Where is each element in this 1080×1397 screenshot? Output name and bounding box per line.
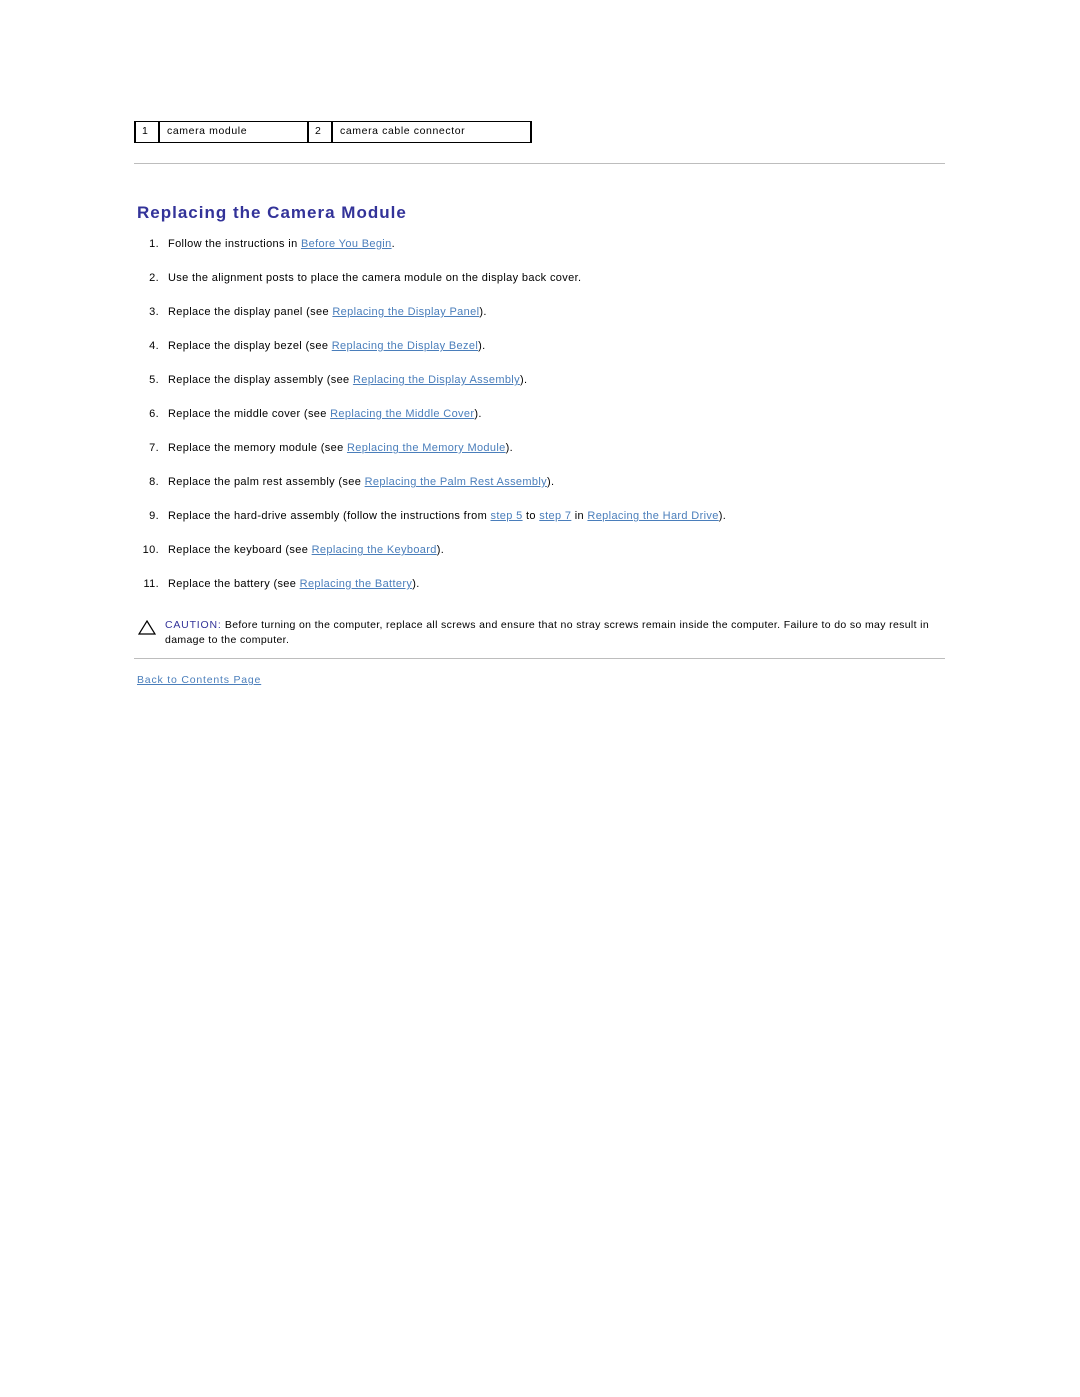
- step-link[interactable]: Replacing the Display Assembly: [353, 374, 520, 386]
- step-number: 10.: [142, 544, 159, 556]
- step-text-fragment: ).: [519, 374, 528, 386]
- step-text: Replace the middle cover (see Replacing …: [168, 408, 482, 420]
- procedure-step: 7. Replace the memory module (see Replaci…: [137, 440, 957, 456]
- step-text: Replace the display bezel (see Replacing…: [168, 340, 486, 352]
- step-text: Replace the hard-drive assembly (follow …: [168, 510, 726, 522]
- step-text-fragment: ).: [436, 544, 445, 556]
- step-text: Replace the memory module (see Replacing…: [168, 442, 513, 454]
- step-text-fragment: in: [571, 510, 588, 522]
- step-number: 2.: [149, 272, 159, 284]
- horizontal-divider-bottom: [134, 658, 945, 659]
- procedure-step: 2. Use the alignment posts to place the c…: [137, 270, 957, 286]
- step-text-fragment: Follow the instructions in: [168, 238, 301, 250]
- step-number: 3.: [149, 306, 159, 318]
- step-text-fragment: Replace the keyboard (see: [168, 544, 312, 556]
- caution-body: Before turning on the computer, replace …: [165, 619, 930, 646]
- step-text-fragment: ).: [505, 442, 514, 454]
- step-link[interactable]: step 7: [539, 510, 571, 522]
- step-text-fragment: Replace the display panel (see: [168, 306, 333, 318]
- step-text-fragment: ).: [478, 340, 486, 352]
- procedure-step: 10. Replace the keyboard (see Replacing t…: [137, 542, 957, 558]
- step-text: Replace the battery (see Replacing the B…: [168, 578, 420, 590]
- step-text-fragment: Replace the middle cover (see: [168, 408, 331, 420]
- step-text-fragment: ).: [479, 306, 487, 318]
- step-link[interactable]: Replacing the Keyboard: [312, 544, 437, 556]
- caution-keyword: CAUTION:: [165, 619, 222, 631]
- step-text-fragment: Replace the memory module (see: [168, 442, 347, 454]
- step-text-fragment: ).: [474, 408, 482, 420]
- step-text-fragment: Replace the hard-drive assembly (follow …: [168, 510, 491, 522]
- callout-label-2: camera cable connector: [331, 121, 531, 143]
- step-text-fragment: .: [391, 238, 395, 250]
- step-text: Replace the palm rest assembly (see Repl…: [168, 476, 554, 488]
- document-page: 1 camera module 2 camera cable connector…: [0, 0, 1080, 1397]
- step-link[interactable]: Replacing the Battery: [300, 578, 413, 590]
- step-text-fragment: to: [522, 510, 540, 522]
- procedure-step: 11. Replace the battery (see Replacing th…: [137, 576, 957, 592]
- callout-label-1: camera module: [158, 121, 308, 143]
- callout-number-1: 1: [134, 121, 159, 143]
- step-number: 8.: [149, 476, 159, 488]
- callout-number-2: 2: [307, 121, 332, 143]
- step-number: 1.: [149, 238, 159, 250]
- step-link[interactable]: Replacing the Memory Module: [347, 442, 506, 454]
- step-text-fragment: Replace the battery (see: [168, 578, 300, 590]
- procedure-step: 8. Replace the palm rest assembly (see Re…: [137, 474, 957, 490]
- procedure-step: 6. Replace the middle cover (see Replacin…: [137, 406, 957, 422]
- step-number: 4.: [149, 340, 159, 352]
- procedure-step: 1. Follow the instructions in Before You …: [137, 236, 957, 252]
- step-text-fragment: ).: [718, 510, 727, 522]
- step-link[interactable]: Replacing the Palm Rest Assembly: [365, 476, 547, 488]
- step-text: Use the alignment posts to place the cam…: [168, 272, 581, 284]
- step-text-fragment: Replace the display bezel (see: [168, 340, 332, 352]
- procedure-step: 4. Replace the display bezel (see Replaci…: [137, 338, 957, 354]
- procedure-step-list: 1. Follow the instructions in Before You …: [137, 236, 957, 610]
- step-text-fragment: Replace the display assembly (see: [168, 374, 353, 386]
- step-text: Replace the display panel (see Replacing…: [168, 306, 487, 318]
- table-end-cap: [530, 121, 533, 143]
- warning-triangle-icon: [137, 619, 157, 635]
- step-link[interactable]: Replacing the Display Bezel: [332, 340, 478, 352]
- step-text-fragment: Replace the palm rest assembly (see: [168, 476, 365, 488]
- step-text: Follow the instructions in Before You Be…: [168, 238, 395, 250]
- page-title: Replacing the Camera Module: [137, 203, 407, 223]
- step-text: Replace the display assembly (see Replac…: [168, 374, 527, 386]
- callout-legend-table: 1 camera module 2 camera cable connector: [134, 121, 533, 143]
- step-number: 5.: [149, 374, 159, 386]
- step-text: Replace the keyboard (see Replacing the …: [168, 544, 444, 556]
- procedure-step: 9. Replace the hard-drive assembly (follo…: [137, 508, 957, 524]
- step-number: 11.: [143, 578, 159, 590]
- step-link[interactable]: step 5: [491, 510, 523, 522]
- step-text-fragment: ).: [412, 578, 420, 590]
- step-link[interactable]: Before You Begin: [301, 238, 392, 250]
- step-number: 6.: [149, 408, 159, 420]
- step-number: 9.: [149, 510, 159, 522]
- horizontal-divider-top: [134, 163, 945, 164]
- procedure-step: 5. Replace the display assembly (see Repl…: [137, 372, 957, 388]
- caution-notice: CAUTION: Before turning on the computer,…: [137, 618, 965, 648]
- step-text-fragment: ).: [547, 476, 555, 488]
- table-row: 1 camera module 2 camera cable connector: [134, 121, 533, 143]
- back-to-contents-link[interactable]: Back to Contents Page: [137, 674, 261, 686]
- step-link[interactable]: Replacing the Middle Cover: [330, 408, 474, 420]
- step-link[interactable]: Replacing the Display Panel: [332, 306, 479, 318]
- step-number: 7.: [149, 442, 159, 454]
- step-text-fragment: Use the alignment posts to place the cam…: [168, 272, 582, 284]
- step-link[interactable]: Replacing the Hard Drive: [587, 510, 718, 522]
- procedure-step: 3. Replace the display panel (see Replaci…: [137, 304, 957, 320]
